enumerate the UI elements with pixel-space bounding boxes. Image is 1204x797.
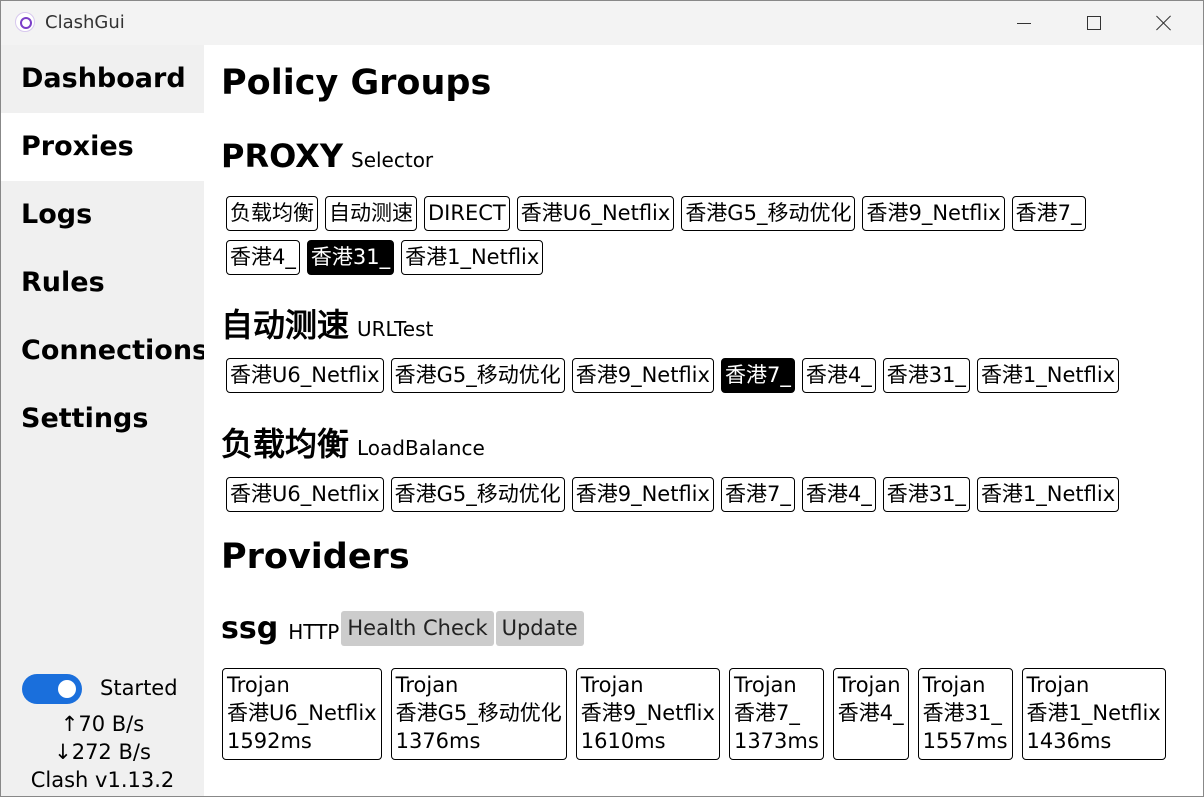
window-title: ClashGui bbox=[45, 12, 125, 33]
sidebar-item-proxies[interactable]: Proxies bbox=[1, 113, 204, 181]
proxy-option-chip[interactable]: 香港1_Netflix bbox=[976, 477, 1120, 512]
close-button[interactable] bbox=[1129, 1, 1199, 45]
node-latency: 1610ms bbox=[580, 729, 666, 753]
proxy-option-chip[interactable]: 香港9_Netflix bbox=[571, 477, 714, 512]
group-title-proxy: PROXY Selector bbox=[221, 137, 433, 175]
group-name: PROXY bbox=[221, 137, 343, 175]
clash-version: Clash v1.13.2 bbox=[30, 768, 175, 792]
proxy-option-chip[interactable]: 香港1_Netflix bbox=[401, 240, 544, 275]
sidebar-item-settings[interactable]: Settings bbox=[1, 385, 204, 453]
node-latency: 1373ms bbox=[733, 729, 819, 753]
proxy-option-chip[interactable]: 香港U6_Netflix bbox=[226, 477, 384, 512]
proxy-option-chip[interactable]: 香港G5_移动优化 bbox=[681, 196, 856, 231]
app-window: ClashGui Dashboard Proxies Logs Rules Connec… bbox=[0, 0, 1204, 797]
node-latency: 1592ms bbox=[227, 729, 312, 753]
proxy-option-chip[interactable]: 香港31_ bbox=[306, 240, 395, 275]
node-protocol: Trojan bbox=[837, 673, 901, 697]
sidebar: Dashboard Proxies Logs Rules Connections Sett… bbox=[1, 45, 208, 796]
node-protocol: Trojan bbox=[395, 673, 459, 697]
clash-logo-icon bbox=[15, 12, 35, 32]
proxy-option-chip[interactable]: 香港1_Netflix bbox=[976, 358, 1120, 393]
group-type: Selector bbox=[351, 148, 434, 172]
node-protocol: Trojan bbox=[733, 673, 797, 697]
minimize-button[interactable] bbox=[989, 1, 1059, 45]
node-latency: 1436ms bbox=[1026, 729, 1112, 753]
proxy-option-chip[interactable]: 香港31_ bbox=[882, 477, 970, 512]
loadbalance-options: 香港U6_Netflix 香港G5_移动优化 香港9_Netflix 香港7_ 香港4_… bbox=[226, 477, 1166, 521]
maximize-icon bbox=[1087, 16, 1101, 30]
proxy-option-chip[interactable]: 香港7_ bbox=[720, 477, 795, 512]
health-check-button[interactable]: Health Check bbox=[341, 611, 494, 646]
sidebar-nav: Dashboard Proxies Logs Rules Connections Sett… bbox=[1, 45, 208, 453]
proxy-option-chip[interactable]: 香港U6_Netflix bbox=[516, 196, 675, 231]
proxy-option-chip[interactable]: 香港4_ bbox=[226, 240, 300, 275]
upload-speed: ↑70 B/s bbox=[60, 712, 145, 736]
status-label: Started bbox=[100, 676, 178, 700]
provider-node-card[interactable]: Trojan 香港1_Netflix 1436ms bbox=[1021, 668, 1166, 760]
group-name: 自动测速 bbox=[221, 306, 350, 344]
proxy-option-chip[interactable]: 香港4_ bbox=[801, 477, 876, 512]
toggle-knob bbox=[58, 680, 76, 698]
minimize-icon bbox=[1017, 22, 1031, 24]
proxy-option-chip[interactable]: 香港G5_移动优化 bbox=[390, 477, 565, 512]
provider-nodes: Trojan 香港U6_Netflix 1592ms Trojan 香港G5_移动优化 1… bbox=[222, 668, 1175, 760]
provider-type: HTTP bbox=[288, 620, 340, 644]
node-latency: 1557ms bbox=[922, 729, 1008, 753]
group-title-loadbalance: 负载均衡 LoadBalance bbox=[221, 419, 485, 465]
proxy-option-chip[interactable]: 香港U6_Netflix bbox=[226, 358, 384, 393]
provider-node-card[interactable]: Trojan 香港31_ 1557ms bbox=[917, 668, 1013, 760]
provider-node-card[interactable]: Trojan 香港G5_移动优化 1376ms bbox=[390, 668, 567, 760]
proxy-option-chip[interactable]: 香港7_ bbox=[1011, 196, 1086, 231]
update-button[interactable]: Update bbox=[495, 611, 584, 646]
sidebar-item-connections[interactable]: Connections bbox=[1, 317, 208, 385]
maximize-button[interactable] bbox=[1059, 1, 1129, 45]
proxy-option-chip[interactable]: 香港31_ bbox=[882, 358, 970, 393]
close-icon bbox=[1156, 15, 1172, 31]
proxy-option-chip[interactable]: DIRECT bbox=[424, 196, 510, 231]
providers-heading: Providers bbox=[221, 537, 410, 577]
group-type: URLTest bbox=[357, 317, 434, 341]
provider-node-card[interactable]: Trojan 香港U6_Netflix 1592ms bbox=[222, 668, 382, 760]
proxy-option-chip[interactable]: 香港G5_移动优化 bbox=[390, 358, 565, 393]
sidebar-item-dashboard[interactable]: Dashboard bbox=[1, 45, 204, 113]
proxy-option-chip[interactable]: 香港7_ bbox=[720, 358, 795, 393]
node-name: 香港1_Netflix bbox=[1026, 701, 1161, 725]
group-name: 负载均衡 bbox=[221, 425, 350, 463]
node-name: 香港7_ bbox=[733, 701, 800, 725]
node-protocol: Trojan bbox=[922, 673, 986, 697]
proxies-panel: Policy Groups PROXY Selector 负载均衡 自动测速 DIRE… bbox=[204, 45, 1203, 796]
proxy-options: 负载均衡 自动测速 DIRECT 香港U6_Netflix 香港G5_移动优化 香港9_N… bbox=[226, 196, 1166, 284]
node-protocol: Trojan bbox=[1026, 673, 1090, 697]
policy-groups-heading: Policy Groups bbox=[221, 63, 492, 103]
sidebar-item-rules[interactable]: Rules bbox=[1, 249, 204, 317]
provider-header: ssg HTTP Health Check Update bbox=[221, 611, 584, 646]
sidebar-item-logs[interactable]: Logs bbox=[1, 181, 204, 249]
provider-name: ssg bbox=[221, 611, 279, 646]
provider-node-card[interactable]: Trojan 香港7_ 1373ms bbox=[728, 668, 824, 760]
node-protocol: Trojan bbox=[580, 673, 644, 697]
provider-node-card[interactable]: Trojan 香港4_ bbox=[832, 668, 909, 760]
status-row: Started bbox=[22, 674, 202, 704]
urltest-options: 香港U6_Netflix 香港G5_移动优化 香港9_Netflix 香港7_ 香港4_… bbox=[226, 358, 1166, 402]
proxy-option-chip[interactable]: 自动测速 bbox=[325, 196, 417, 231]
group-title-urltest: 自动测速 URLTest bbox=[221, 300, 433, 346]
proxy-option-chip[interactable]: 负载均衡 bbox=[226, 196, 318, 231]
node-protocol: Trojan bbox=[227, 673, 290, 697]
title-bar: ClashGui bbox=[1, 1, 1203, 45]
proxy-option-chip[interactable]: 香港9_Netflix bbox=[862, 196, 1005, 231]
node-name: 香港31_ bbox=[922, 701, 1002, 725]
started-toggle[interactable] bbox=[22, 674, 82, 704]
node-name: 香港4_ bbox=[837, 701, 904, 725]
provider-node-card[interactable]: Trojan 香港9_Netflix 1610ms bbox=[575, 668, 720, 760]
group-type: LoadBalance bbox=[357, 436, 485, 460]
node-name: 香港9_Netflix bbox=[580, 701, 715, 725]
sidebar-footer: Started ↑70 B/s ↓272 B/s Clash v1.13.2 bbox=[1, 674, 204, 796]
proxy-option-chip[interactable]: 香港9_Netflix bbox=[571, 358, 714, 393]
download-speed: ↓272 B/s bbox=[54, 740, 151, 764]
node-name: 香港G5_移动优化 bbox=[395, 701, 562, 725]
node-name: 香港U6_Netflix bbox=[227, 701, 377, 725]
proxy-option-chip[interactable]: 香港4_ bbox=[801, 358, 876, 393]
node-latency: 1376ms bbox=[395, 729, 481, 753]
